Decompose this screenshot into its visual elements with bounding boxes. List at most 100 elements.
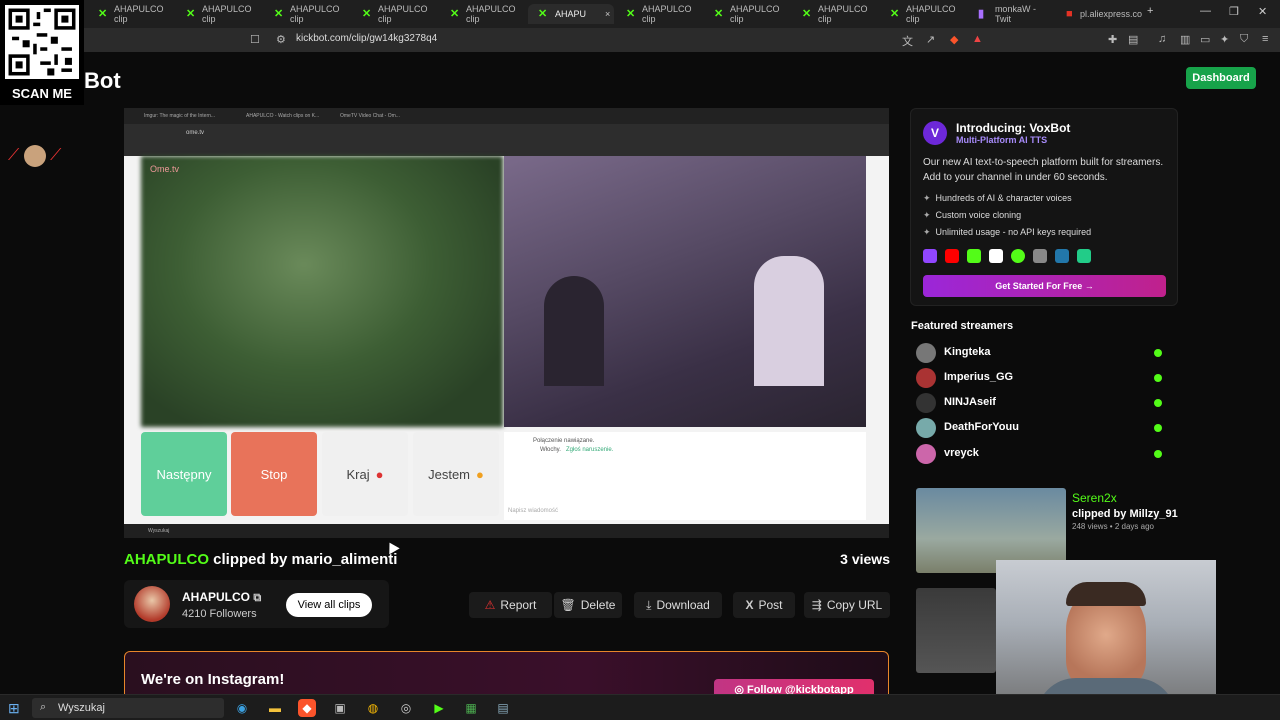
get-started-button[interactable]: Get Started For Free → bbox=[923, 275, 1166, 297]
minimize-icon[interactable]: — bbox=[1200, 5, 1211, 17]
report-button[interactable]: ⚠ Report bbox=[469, 592, 552, 618]
brave-icon[interactable]: ◆ bbox=[298, 699, 316, 717]
post-button[interactable]: X Post bbox=[733, 592, 795, 618]
site-info-icon[interactable]: ⚙ bbox=[276, 33, 286, 46]
tab-label: AHAPULCO clip bbox=[113, 4, 164, 24]
browser-tab[interactable]: ✕ AHAPULCO clip bbox=[440, 4, 526, 24]
featured-streamer-item[interactable]: DeathForYouu bbox=[916, 418, 1166, 438]
browser-tab[interactable]: ✕ AHAPULCO clip bbox=[792, 4, 878, 24]
extensions-icon[interactable]: ✚ bbox=[1108, 33, 1117, 46]
obs-icon[interactable]: ◎ bbox=[397, 699, 415, 717]
tab-label: pl.aliexpress.co bbox=[1079, 9, 1142, 19]
dashboard-button[interactable]: Dashboard bbox=[1186, 67, 1256, 89]
browser-tab[interactable]: ✕ AHAPULCO clip bbox=[88, 4, 174, 24]
streamer-name: vreyck bbox=[944, 447, 979, 459]
wallet-icon[interactable]: ▭ bbox=[1200, 33, 1210, 46]
kick-favicon-icon: ✕ bbox=[450, 8, 460, 20]
follower-count: 4210 Followers bbox=[182, 608, 257, 620]
featured-streamer-item[interactable]: vreyck bbox=[916, 444, 1166, 464]
menu-icon[interactable]: ≡ bbox=[1262, 33, 1268, 45]
browser-tab[interactable]: ✕ AHAPULCO clip bbox=[880, 4, 966, 24]
sparkle-icon: ✦ bbox=[923, 193, 931, 203]
voxbot-logo-icon: V bbox=[923, 121, 947, 145]
browser-tab[interactable]: ✕ AHAPULCO clip bbox=[264, 4, 350, 24]
face-icon: ● bbox=[476, 466, 484, 482]
person-silhouette bbox=[544, 276, 604, 386]
view-all-clips-button[interactable]: View all clips bbox=[286, 593, 372, 617]
url-field[interactable]: kickbot.com/clip/gw14kg3278q4 bbox=[296, 33, 437, 44]
browser-tab[interactable]: ✕ AHAPULCO clip bbox=[616, 4, 702, 24]
site-logo[interactable]: Bot bbox=[84, 68, 121, 94]
x-logo-icon: X bbox=[745, 598, 754, 612]
kick-app-icon[interactable]: ▶ bbox=[430, 699, 448, 717]
download-button[interactable]: ⤓ Download bbox=[634, 592, 722, 618]
platform-icons bbox=[923, 249, 1091, 263]
copy-url-label: Copy URL bbox=[826, 598, 883, 612]
twitch-favicon-icon: ▮ bbox=[978, 8, 985, 20]
close-window-icon[interactable]: ✕ bbox=[1258, 5, 1267, 18]
windows-start-icon[interactable]: ⊞ bbox=[8, 700, 20, 717]
live-indicator-icon bbox=[1154, 374, 1162, 382]
avatar[interactable] bbox=[134, 586, 170, 622]
browser-tab[interactable]: ✕ AHAPULCO clip bbox=[704, 4, 790, 24]
browser-tab[interactable]: ■ pl.aliexpress.co bbox=[1056, 4, 1142, 24]
app-icon[interactable]: ▣ bbox=[331, 699, 349, 717]
copy-url-button[interactable]: ⇶ Copy URL bbox=[804, 592, 890, 618]
link-icon bbox=[1033, 249, 1047, 263]
browser-tab[interactable]: ▮ monkaW - Twit bbox=[968, 4, 1054, 24]
featured-streamer-item[interactable]: Imperius_GG bbox=[916, 368, 1166, 388]
streamer-name[interactable]: AHAPULCO ⧉ bbox=[182, 590, 261, 605]
report-label: Report bbox=[500, 598, 537, 612]
avatar bbox=[916, 343, 936, 363]
chat-status: Połączenie nawiązane. bbox=[533, 438, 595, 444]
notepad-icon[interactable]: ▤ bbox=[494, 699, 512, 717]
brave-shield-icon[interactable]: ◆ bbox=[950, 33, 958, 46]
clip-video-player[interactable]: Imgur: The magic of the Intern... AHAPUL… bbox=[124, 108, 889, 538]
related-clip-title[interactable]: Seren2x bbox=[1072, 491, 1117, 505]
brave-rewards-icon[interactable]: ▲ bbox=[972, 33, 983, 45]
chrome-icon[interactable]: ◍ bbox=[364, 699, 382, 717]
close-tab-icon[interactable]: × bbox=[605, 9, 610, 19]
clip-title: AHAPULCO clipped by mario_alimenti bbox=[124, 551, 397, 568]
streamer-camera-feed bbox=[504, 156, 866, 427]
sidebar-icon[interactable]: ▤ bbox=[1128, 33, 1138, 46]
translate-icon[interactable]: 文 bbox=[902, 33, 913, 49]
inner-tab: Imgur: The magic of the Intern... bbox=[144, 113, 216, 119]
browser-tab[interactable]: ✕ AHAPULCO clip bbox=[352, 4, 438, 24]
reading-list-icon[interactable]: ▥ bbox=[1180, 33, 1190, 46]
tab-label: AHAPULCO clip bbox=[905, 4, 956, 24]
share-icon[interactable]: ↗ bbox=[926, 33, 935, 46]
inner-url: ome.tv bbox=[186, 130, 205, 136]
qr-overlay: SCAN ME bbox=[0, 0, 84, 105]
promo-feature: ✦ Unlimited usage - no API keys required bbox=[923, 227, 1091, 238]
chat-report-link: Zgłoś naruszenie. bbox=[566, 447, 614, 453]
maximize-icon[interactable]: ❐ bbox=[1229, 5, 1239, 18]
new-tab-icon[interactable]: + bbox=[1147, 5, 1153, 17]
bookmark-icon[interactable]: ☐ bbox=[250, 33, 260, 46]
qr-code-icon bbox=[5, 5, 79, 79]
tab-label: monkaW - Twit bbox=[994, 4, 1036, 24]
media-icon[interactable]: ♫ bbox=[1158, 33, 1166, 45]
app-icon[interactable]: ▦ bbox=[462, 699, 480, 717]
taskbar-search-input[interactable]: Wyszukaj bbox=[32, 698, 224, 718]
related-clip-thumbnail[interactable] bbox=[916, 588, 996, 673]
browser-tab[interactable]: ✕ AHAPULCO clip bbox=[176, 4, 262, 24]
download-icon: ⤓ bbox=[646, 597, 652, 612]
person-silhouette bbox=[754, 256, 824, 386]
promo-feature: ✦ Hundreds of AI & character voices bbox=[923, 193, 1072, 204]
share-icon: ⇶ bbox=[811, 598, 822, 612]
featured-streamer-item[interactable]: Kingteka bbox=[916, 343, 1166, 363]
vpn-icon[interactable]: ⛉ bbox=[1240, 33, 1248, 46]
browser-tab-bar: ✕ AHAPULCO clip ✕ AHAPULCO clip ✕ AHAPULCO … bbox=[0, 0, 1280, 28]
search-icon: ⌕ bbox=[40, 701, 47, 713]
leo-icon[interactable]: ✦ bbox=[1220, 33, 1229, 46]
browser-tab-active[interactable]: ✕ AHAPU × bbox=[528, 4, 614, 24]
featured-streamer-item[interactable]: NINJAseif bbox=[916, 393, 1166, 413]
channel-link[interactable]: AHAPULCO bbox=[124, 551, 209, 568]
puzzle-icon bbox=[1077, 249, 1091, 263]
file-explorer-icon[interactable]: ▬ bbox=[266, 699, 284, 717]
avatar bbox=[916, 368, 936, 388]
edge-icon[interactable]: ◉ bbox=[233, 699, 251, 717]
delete-button[interactable]: 🗑 Delete bbox=[554, 592, 622, 618]
clipped-by-text: clipped by mario_alimenti bbox=[213, 551, 398, 568]
